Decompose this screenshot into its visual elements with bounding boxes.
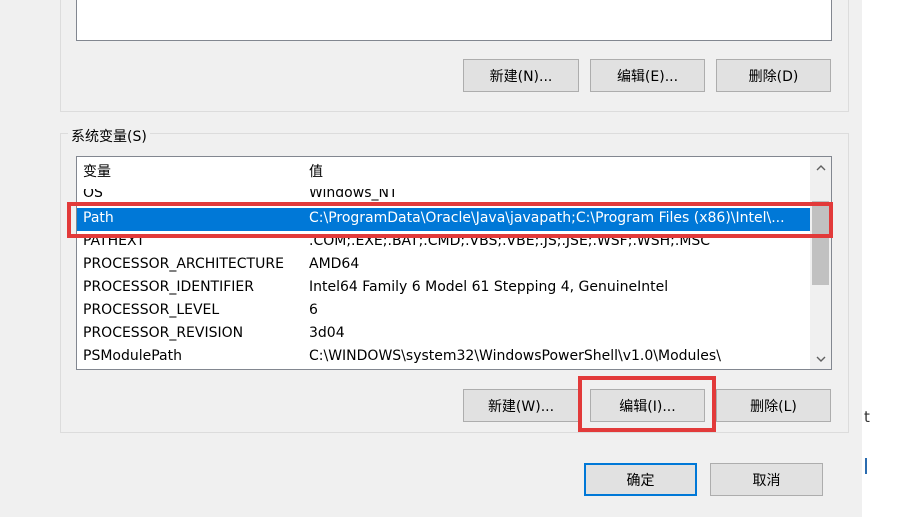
edit-button-highlight: [578, 376, 716, 432]
row-name: PSModulePath: [83, 348, 182, 364]
row-name: PROCESSOR_REVISION: [83, 325, 244, 341]
row-value: Windows_NT: [309, 189, 398, 201]
column-header-value[interactable]: 值: [309, 161, 804, 181]
user-edit-button[interactable]: 编辑(E)...: [590, 59, 705, 92]
column-header-variable[interactable]: 变量: [83, 161, 111, 181]
row-name: OS: [83, 189, 103, 201]
background-cursor-mark: [865, 458, 867, 474]
user-variables-list[interactable]: [76, 0, 832, 41]
background-text-fragment: t: [864, 408, 870, 426]
row-value: 6: [309, 302, 318, 318]
system-variables-list[interactable]: 变量 值 OS Windows_NT Path C:\ProgramData\O…: [76, 156, 832, 370]
row-value: AMD64: [309, 256, 360, 272]
table-row[interactable]: PROCESSOR_REVISION 3d04: [77, 323, 810, 346]
vertical-scrollbar[interactable]: [810, 157, 831, 369]
row-name: PROCESSOR_IDENTIFIER: [83, 279, 254, 295]
row-value: 3d04: [309, 325, 345, 341]
system-new-button[interactable]: 新建(W)...: [463, 389, 579, 422]
list-header: 变量 值: [77, 157, 810, 180]
table-row[interactable]: PROCESSOR_IDENTIFIER Intel64 Family 6 Mo…: [77, 277, 810, 300]
chevron-up-icon[interactable]: [810, 157, 831, 178]
row-name: PROCESSOR_LEVEL: [83, 302, 220, 318]
row-value: Intel64 Family 6 Model 61 Stepping 4, Ge…: [309, 279, 669, 295]
background-window-strip: [862, 0, 918, 517]
table-row[interactable]: PROCESSOR_LEVEL 6: [77, 300, 810, 323]
system-delete-button[interactable]: 删除(L): [716, 389, 831, 422]
cancel-button[interactable]: 取消: [710, 463, 823, 496]
user-delete-button[interactable]: 删除(D): [716, 59, 831, 92]
ok-button[interactable]: 确定: [584, 463, 697, 496]
table-row[interactable]: OS Windows_NT: [77, 189, 810, 203]
row-name: PROCESSOR_ARCHITECTURE: [83, 256, 284, 272]
table-row[interactable]: PSModulePath C:\WINDOWS\system32\Windows…: [77, 346, 810, 369]
chevron-down-icon[interactable]: [810, 348, 831, 369]
path-row-highlight: [67, 202, 833, 238]
user-new-button[interactable]: 新建(N)...: [463, 59, 579, 92]
system-variables-label: 系统变量(S): [68, 126, 150, 146]
environment-variables-dialog: 新建(N)... 编辑(E)... 删除(D) 系统变量(S) 变量 值 OS …: [0, 0, 862, 517]
row-value: C:\WINDOWS\system32\WindowsPowerShell\v1…: [309, 348, 721, 364]
table-row[interactable]: PROCESSOR_ARCHITECTURE AMD64: [77, 254, 810, 277]
